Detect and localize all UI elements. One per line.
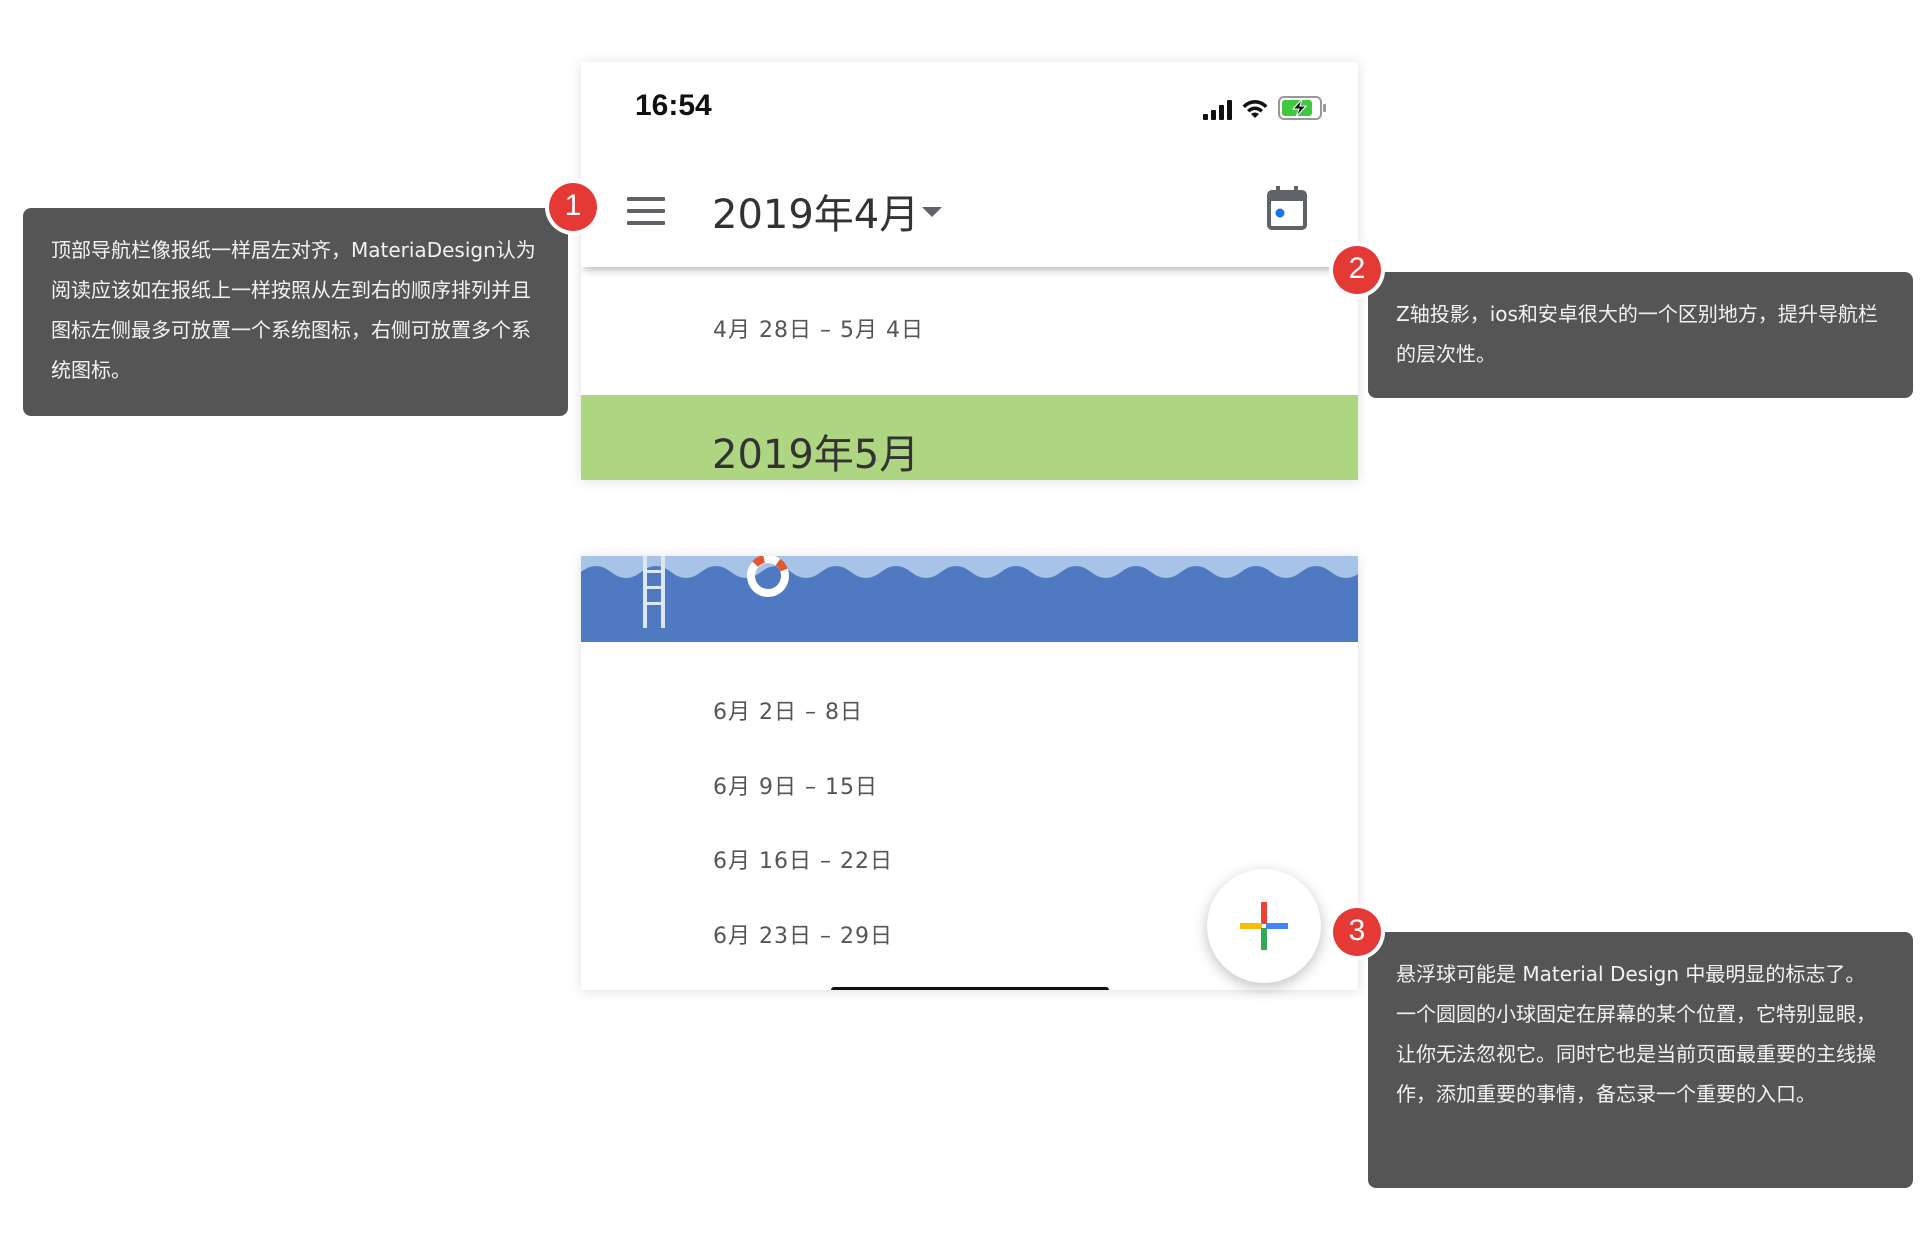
annotation-2-text: Z轴投影，ios和安卓很大的一个区别地方，提升导航栏的层次性。 xyxy=(1396,302,1878,366)
annotation-3-box: 悬浮球可能是 Material Design 中最明显的标志了。一个圆圆的小球固… xyxy=(1368,932,1913,1188)
annotation-3-text: 悬浮球可能是 Material Design 中最明显的标志了。一个圆圆的小球固… xyxy=(1396,962,1876,1106)
may-banner xyxy=(581,395,1358,480)
month-title[interactable]: 2019年4月 xyxy=(712,182,919,240)
week-row[interactable]: 4月 28日 – 5月 4日 xyxy=(713,312,924,344)
annotation-1-badge: 1 xyxy=(549,183,597,231)
annotation-3-badge: 3 xyxy=(1333,908,1381,956)
add-icon xyxy=(1240,902,1288,950)
top-app-bar: 16:54 2019年4月 xyxy=(581,62,1358,267)
week-row[interactable]: 6月 23日 – 29日 xyxy=(713,918,893,950)
week-row[interactable]: 6月 16日 – 22日 xyxy=(713,843,893,875)
home-indicator xyxy=(831,987,1109,990)
week-row[interactable]: 6月 2日 – 8日 xyxy=(713,694,863,726)
status-icons xyxy=(1203,96,1328,120)
wifi-icon xyxy=(1242,100,1268,118)
may-banner-title: 2019年5月 xyxy=(712,432,920,478)
june-water-banner xyxy=(581,556,1358,642)
status-time: 16:54 xyxy=(635,89,712,122)
calendar-screen-top: 16:54 2019年4月 4月 28日 – 5月 4日 2019年5月 xyxy=(581,62,1358,480)
week-row[interactable]: 6月 9日 – 15日 xyxy=(713,769,878,801)
menu-icon[interactable] xyxy=(627,197,665,225)
dropdown-arrow-icon[interactable] xyxy=(922,207,942,217)
battery-charging-icon xyxy=(1278,96,1326,120)
annotation-2-box: Z轴投影，ios和安卓很大的一个区别地方，提升导航栏的层次性。 xyxy=(1368,272,1913,398)
signal-icon xyxy=(1203,100,1232,120)
annotation-2-badge: 2 xyxy=(1333,246,1381,294)
add-fab-button[interactable] xyxy=(1207,869,1321,983)
calendar-icon[interactable] xyxy=(1267,186,1307,230)
annotation-1-text: 顶部导航栏像报纸一样居左对齐，MateriaDesign认为阅读应该如在报纸上一… xyxy=(51,238,536,382)
annotation-1-box: 顶部导航栏像报纸一样居左对齐，MateriaDesign认为阅读应该如在报纸上一… xyxy=(23,208,568,416)
